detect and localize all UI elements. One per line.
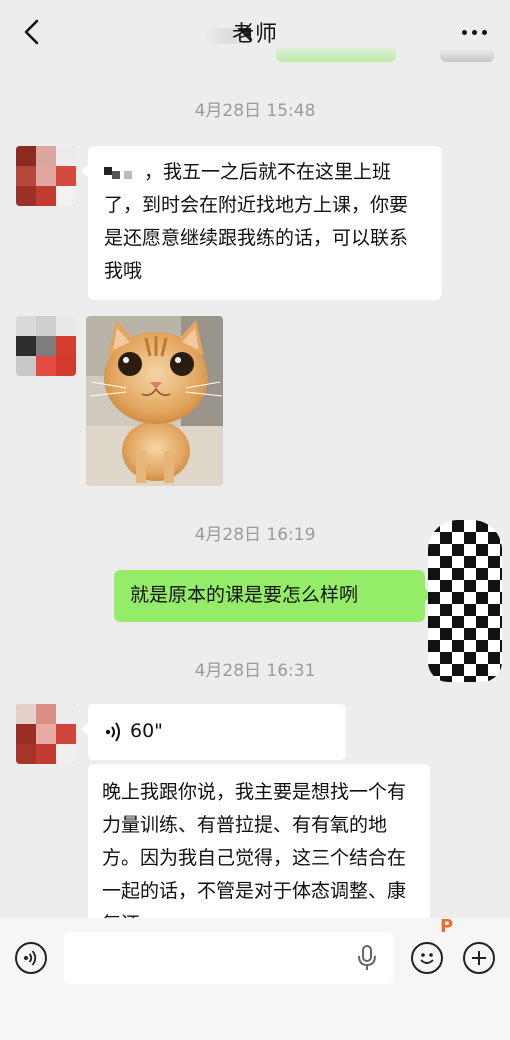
more-button[interactable] [456,18,492,46]
voice-duration: 60" [130,720,163,742]
emoji-icon [420,953,434,964]
voice-wave-icon [105,721,120,742]
cat-photo [86,316,223,486]
more-dot [471,29,477,35]
blurred-overlay [440,50,494,62]
avatar[interactable] [16,316,76,376]
avatar[interactable] [16,704,76,764]
timestamp: 4月28日 15:48 [194,101,316,121]
more-dot [481,29,487,35]
timestamp: 4月28日 16:31 [194,661,316,681]
outgoing-message[interactable]: 就是原本的课是要怎么样咧 [114,570,432,622]
image-message[interactable] [86,316,223,486]
emoji-button[interactable] [411,942,443,974]
top-bar: 老师 [0,0,510,64]
add-button[interactable] [463,942,495,974]
input-bar [0,918,510,1040]
message-text: 晚上我跟你说，我主要是想找一个有力量训练、有普拉提、有有氧的地方。因为我自己觉得… [102,781,407,935]
more-dots-icon [461,29,467,35]
message-text: ，我五一之后就不在这里上班了，到时会在附近找地方上课，你要是还愿意继续跟我练的话… [104,161,409,282]
message-input[interactable] [64,932,394,984]
blurred-overlay [276,48,396,62]
mic-icon [358,945,376,970]
avatar[interactable] [16,146,76,206]
plus-icon [472,951,486,965]
redacted-name [104,165,138,181]
incoming-message[interactable]: ，我五一之后就不在这里上班了，到时会在附近找地方上课，你要是还愿意继续跟我练的话… [81,146,442,300]
watermark-logo: P [440,916,454,937]
voice-icon [24,950,37,966]
voice-message[interactable]: 60" [81,704,346,760]
mic-button[interactable] [356,944,378,972]
chat-title: 老师 [231,22,278,47]
voice-input-button[interactable] [15,942,47,974]
message-text: 就是原本的课是要怎么样咧 [130,584,359,606]
